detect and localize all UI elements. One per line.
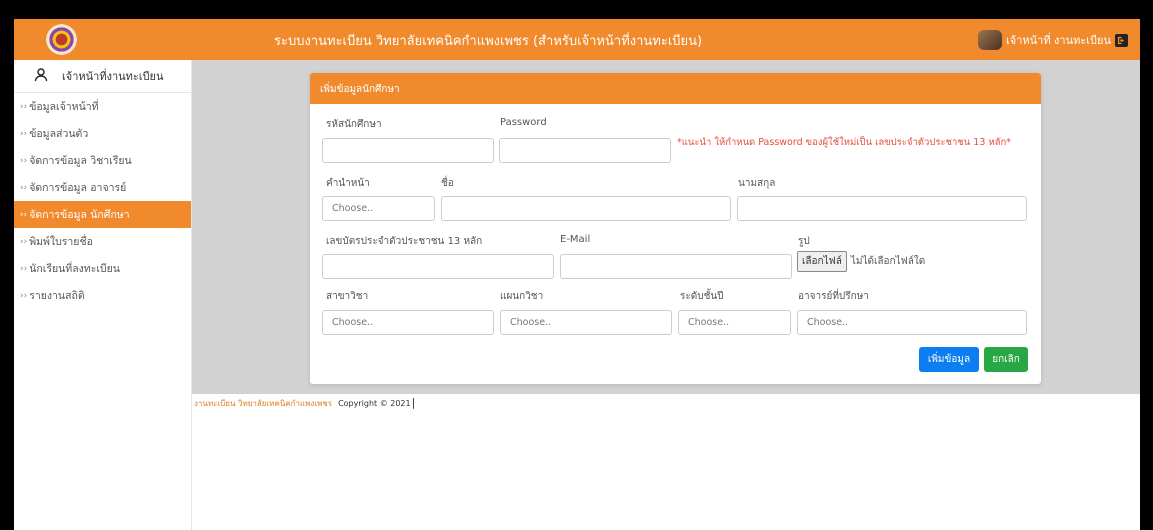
- sidebar-item-label: ข้อมูลส่วนตัว: [29, 128, 89, 140]
- sidebar-user: เจ้าหน้าที่งานทะเบียน: [14, 60, 191, 93]
- sidebar-item-label: ข้อมูลเจ้าหน้าที่: [29, 101, 99, 113]
- footer-school: งานทะเบียน วิทยาลัยเทคนิคกำแพงเพชร: [194, 399, 333, 408]
- student-id-label: รหัสนักศึกษา: [326, 119, 382, 130]
- major-select[interactable]: Choose..: [322, 310, 494, 335]
- app-title: ระบบงานทะเบียน วิทยาลัยเทคนิคกำแพงเพชร (…: [274, 34, 703, 49]
- chevron-right-icon: ››: [20, 263, 28, 274]
- lastname-input[interactable]: [737, 196, 1027, 221]
- chevron-right-icon: ››: [20, 155, 28, 166]
- level-select[interactable]: Choose..: [678, 310, 791, 335]
- sidebar-item-label: นักเรียนที่ลงทะเบียน: [29, 263, 120, 275]
- sidebar-item-label: จัดการข้อมูล วิชาเรียน: [29, 155, 132, 167]
- card-title: เพิ่มข้อมูลนักศึกษา: [310, 73, 1041, 104]
- logout-icon[interactable]: [1115, 33, 1128, 47]
- app-window: ระบบงานทะเบียน วิทยาลัยเทคนิคกำแพงเพชร (…: [14, 19, 1140, 530]
- chevron-right-icon: ››: [20, 128, 28, 139]
- citizen-id-label: เลขบัตรประจำตัวประชาชน 13 หลัก: [326, 236, 483, 247]
- student-id-input[interactable]: [322, 138, 494, 163]
- prefix-label: คำนำหน้า: [326, 178, 370, 189]
- sidebar-item-label: พิมพ์ใบรายชื่อ: [29, 236, 93, 248]
- sidebar-item-label: จัดการข้อมูล อาจารย์: [29, 182, 127, 194]
- chevron-right-icon: ››: [20, 182, 28, 193]
- choose-file-button[interactable]: เลือกไฟล์: [797, 251, 847, 272]
- photo-label: รูป: [798, 236, 810, 247]
- advisor-label: อาจารย์ที่ปรึกษา: [798, 291, 869, 302]
- sidebar-item-label: รายงานสถิติ: [29, 290, 85, 302]
- sidebar-item-statistics[interactable]: ›› รายงานสถิติ: [14, 282, 191, 309]
- email-label: E-Mail: [560, 234, 591, 245]
- user-icon: [34, 67, 48, 85]
- major-label: สาขาวิชา: [326, 291, 369, 302]
- sidebar-item-print-roster[interactable]: ›› พิมพ์ใบรายชื่อ: [14, 228, 191, 255]
- sidebar-item-personal-info[interactable]: ›› ข้อมูลส่วนตัว: [14, 120, 191, 147]
- password-input[interactable]: [499, 138, 671, 163]
- chevron-right-icon: ››: [20, 209, 28, 220]
- avatar: [977, 30, 1002, 50]
- file-status: ไม่ได้เลือกไฟล์ใด: [850, 256, 926, 267]
- sidebar-item-manage-teachers[interactable]: ›› จัดการข้อมูล อาจารย์: [14, 174, 191, 201]
- college-seal-icon[interactable]: [46, 24, 77, 55]
- firstname-label: ชื่อ: [441, 178, 454, 189]
- chevron-right-icon: ››: [20, 290, 28, 301]
- advisor-select[interactable]: Choose..: [797, 310, 1027, 335]
- email-input[interactable]: [560, 254, 792, 279]
- user-menu[interactable]: เจ้าหน้าที่ งานทะเบียน: [977, 30, 1128, 50]
- department-select[interactable]: Choose..: [500, 310, 672, 335]
- sidebar-user-label: เจ้าหน้าที่งานทะเบียน: [62, 70, 164, 83]
- text-cursor: |: [411, 396, 416, 409]
- sidebar-item-staff-info[interactable]: ›› ข้อมูลเจ้าหน้าที่: [14, 93, 191, 120]
- cancel-button[interactable]: ยกเลิก: [984, 347, 1028, 372]
- sidebar-item-manage-subjects[interactable]: ›› จัดการข้อมูล วิชาเรียน: [14, 147, 191, 174]
- lastname-label: นามสกุล: [738, 178, 776, 189]
- prefix-select[interactable]: Choose..: [322, 196, 435, 221]
- department-label: แผนกวิชา: [500, 291, 544, 302]
- add-student-card: เพิ่มข้อมูลนักศึกษา รหัสนักศึกษา Passwor…: [310, 73, 1041, 384]
- photo-file-input[interactable]: เลือกไฟล์ ไม่ได้เลือกไฟล์ใด: [797, 251, 925, 272]
- password-label: Password: [500, 117, 547, 128]
- sidebar: เจ้าหน้าที่งานทะเบียน ›› ข้อมูลเจ้าหน้าที…: [14, 60, 192, 530]
- firstname-input[interactable]: [441, 196, 731, 221]
- copyright-text: Copyright © 2021: [338, 399, 411, 408]
- footer: งานทะเบียน วิทยาลัยเทคนิคกำแพงเพชร Copyri…: [194, 396, 415, 410]
- citizen-id-input[interactable]: [322, 254, 554, 279]
- chevron-right-icon: ››: [20, 101, 28, 112]
- password-note: *แนะนำ ให้กำหนด Password ของผู้ใช้ใหม่เป…: [677, 137, 1011, 148]
- top-navbar: ระบบงานทะเบียน วิทยาลัยเทคนิคกำแพงเพชร (…: [14, 19, 1140, 60]
- sidebar-item-registered-students[interactable]: ›› นักเรียนที่ลงทะเบียน: [14, 255, 191, 282]
- add-data-button[interactable]: เพิ่มข้อมูล: [919, 347, 979, 372]
- sidebar-item-label: จัดการข้อมูล นักศึกษา: [29, 209, 130, 221]
- sidebar-item-manage-students[interactable]: ›› จัดการข้อมูล นักศึกษา: [14, 201, 191, 228]
- level-label: ระดับชั้นปี: [680, 291, 724, 302]
- chevron-right-icon: ››: [20, 236, 28, 247]
- user-name: เจ้าหน้าที่ งานทะเบียน: [1005, 34, 1111, 47]
